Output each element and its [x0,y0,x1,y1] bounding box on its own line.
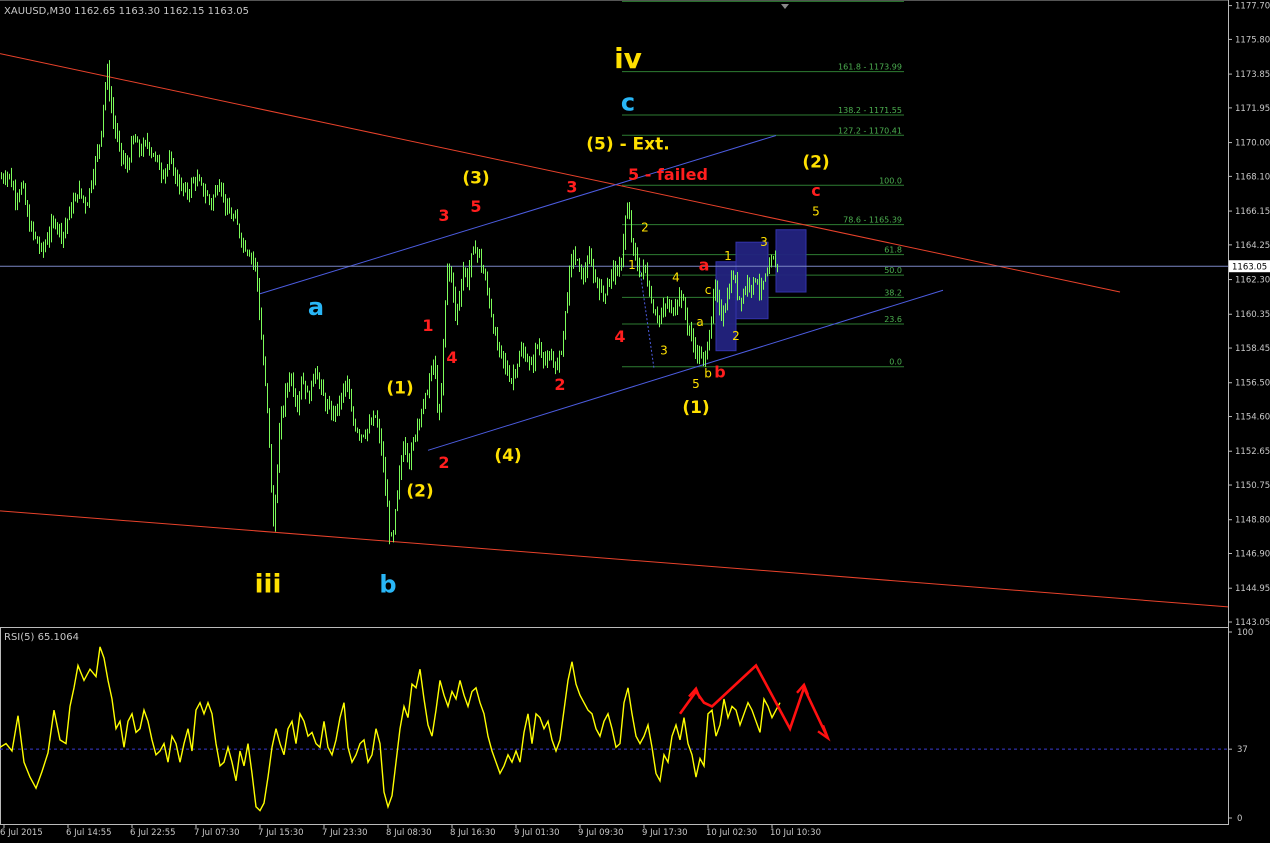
fib-level-label: 61.8 [884,246,902,255]
current-price-label: 1163.05 [1232,263,1267,273]
wave-label: 5 - failed [628,165,708,184]
price-tick-label: 1146.90 [1235,550,1270,560]
wave-label: 2 [732,329,740,343]
time-tick-label: 10 Jul 10:30 [770,828,821,838]
fib-level-label: 200 - 1177.94 [846,0,902,1]
price-tick-label: 1168.10 [1235,172,1270,182]
wave-label: a [699,256,710,275]
wave-label: 2 [641,221,649,235]
time-tick-label: 9 Jul 09:30 [578,828,624,838]
wave-label: a [696,315,703,329]
price-tick-label: 1156.50 [1235,379,1270,389]
time-tick-label: 9 Jul 01:30 [514,828,560,838]
wave-label: c [811,181,820,200]
price-tick-label: 1148.80 [1235,516,1270,526]
wave-label: 1 [724,249,732,263]
price-tick-label: 1144.95 [1235,584,1270,594]
time-tick-label: 8 Jul 08:30 [386,828,432,838]
time-tick-label: 6 Jul 2015 [0,828,43,838]
time-tick-label: 6 Jul 22:55 [130,828,176,838]
price-tick-label: 1160.35 [1235,310,1270,320]
fib-level-label: 100.0 [879,176,902,185]
rsi-tick-label: 37 [1237,745,1248,755]
wave-label: (1) [682,398,709,418]
wave-label: c [621,89,635,117]
wave-label: 3 [438,206,449,225]
wave-label: a [308,293,324,321]
fib-level-label: 127.2 - 1170.41 [838,126,902,135]
time-tick-label: 7 Jul 15:30 [258,828,304,838]
rsi-tick-label: 100 [1237,628,1253,638]
price-tick-label: 1152.65 [1235,447,1270,457]
time-tick-label: 6 Jul 14:55 [66,828,112,838]
correction-box [775,229,807,293]
fib-level-label: 38.2 [884,288,902,297]
price-tick-label: 1175.80 [1235,35,1270,45]
price-tick-label: 1150.75 [1235,481,1270,491]
wave-label: 5 [812,205,820,219]
wave-label: (4) [494,446,521,466]
price-tick-label: 1158.45 [1235,344,1270,354]
wave-label: b [379,571,396,599]
wave-label: (5) - Ext. [586,135,669,155]
time-tick-label: 7 Jul 07:30 [194,828,240,838]
wave-label: iii [255,570,282,600]
price-tick-label: 1162.30 [1235,276,1270,286]
wave-label: (3) [462,168,489,188]
wave-label: 3 [760,235,768,249]
price-tick-label: 1166.15 [1235,207,1270,217]
rsi-tick-label: 0 [1237,814,1242,824]
chart-canvas[interactable]: 200 - 1177.94 161.8 - 1173.99 138.2 - 1171… [0,0,1270,839]
rsi-header: RSI(5) 65.1064 [4,632,79,643]
wave-label: (1) [386,378,413,398]
chart-window: 200 - 1177.94 161.8 - 1173.99 138.2 - 1171… [0,0,1270,839]
wave-label: iv [614,42,642,75]
chart-header-title: XAUUSD,M30 1162.65 1163.30 1162.15 1163.… [4,6,249,17]
fib-level-label: 138.2 - 1171.55 [838,106,902,115]
price-tick-label: 1164.25 [1235,241,1270,251]
wave-label: b [704,366,712,380]
price-tick-label: 1143.05 [1235,618,1270,628]
price-tick-label: 1173.85 [1235,70,1270,80]
time-tick-label: 10 Jul 02:30 [706,828,757,838]
correction-box [735,241,769,320]
price-tick-label: 1177.70 [1235,2,1270,12]
time-tick-label: 7 Jul 23:30 [322,828,368,838]
fib-level-label: 78.6 - 1165.39 [843,216,902,225]
wave-label: 3 [660,343,668,357]
fib-level-label: 0.0 [889,358,902,367]
wave-label: (2) [406,482,433,502]
wave-label: 5 [470,197,481,216]
wave-label: 3 [566,177,577,196]
time-tick-label: 9 Jul 17:30 [642,828,688,838]
price-tick-label: 1154.60 [1235,413,1270,423]
fib-level-label: 161.8 - 1173.99 [838,63,902,72]
wave-label: 1 [628,258,636,272]
chart-background [0,0,1270,839]
wave-label: b [714,362,725,381]
wave-label: (2) [802,152,829,172]
wave-label: c [705,283,712,297]
wave-label: 4 [672,270,680,284]
fib-level-label: 50.0 [884,266,902,275]
fib-level-label: 23.6 [884,315,902,324]
wave-label: 4 [614,327,625,346]
wave-label: 1 [422,316,433,335]
wave-label: 2 [438,453,449,472]
price-tick-label: 1171.95 [1235,104,1270,114]
price-tick-label: 1170.00 [1235,139,1270,149]
wave-label: 4 [446,348,457,367]
wave-label: 5 [692,377,700,391]
time-tick-label: 8 Jul 16:30 [450,828,496,838]
wave-label: 2 [554,375,565,394]
